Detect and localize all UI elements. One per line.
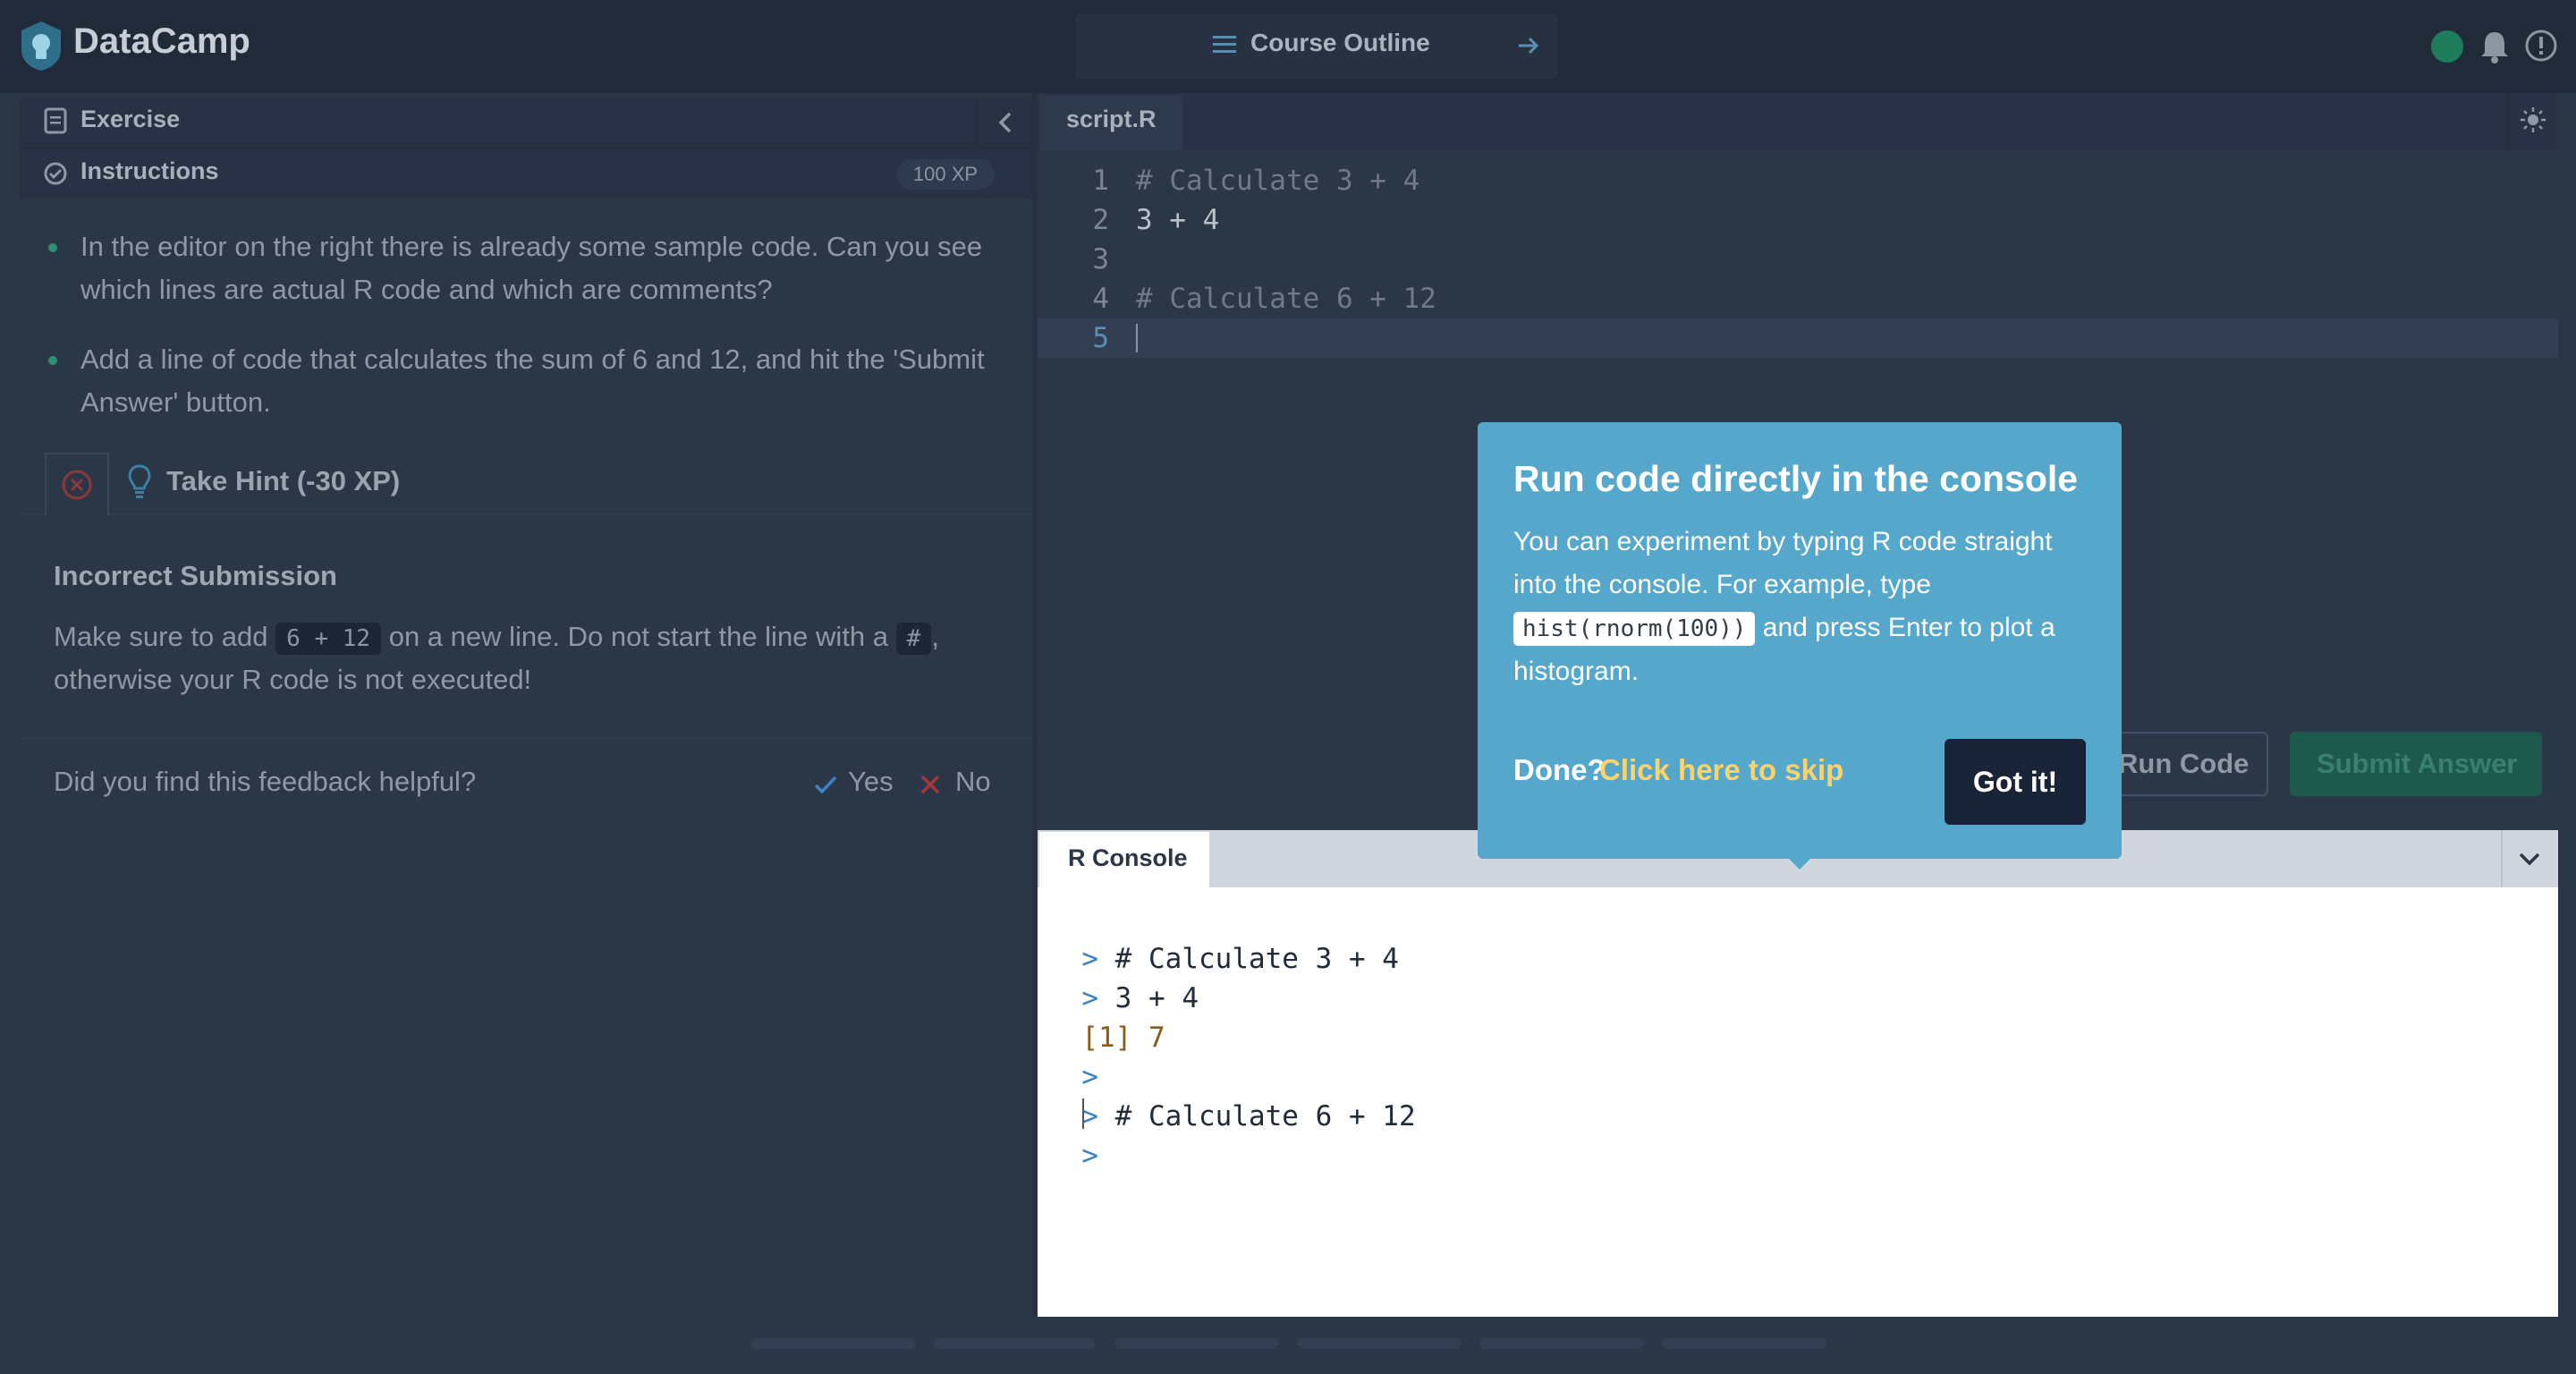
status-indicator[interactable] — [2431, 30, 2463, 63]
console-prompt: > — [1081, 1140, 1098, 1172]
feedback-yes-button[interactable]: Yes — [848, 766, 894, 798]
line-number: 5 — [1092, 322, 1109, 354]
bottom-progress-strip — [0, 1317, 2576, 1374]
check-circle-icon — [44, 162, 67, 185]
lightbulb-icon — [128, 464, 151, 498]
instruction-item: Add a line of code that calculates the s… — [80, 344, 985, 418]
progress-pill[interactable] — [1114, 1338, 1279, 1349]
inline-code: # — [895, 623, 932, 655]
progress-pill[interactable] — [1662, 1338, 1826, 1349]
tooltip-arrow — [1785, 855, 1814, 869]
console-cursor — [1082, 1098, 1084, 1129]
line-number: 4 — [1092, 283, 1109, 315]
skip-tour-link[interactable]: Click here to skip — [1599, 753, 1843, 787]
close-circle-icon[interactable] — [61, 469, 93, 501]
bullet-dot — [48, 243, 57, 252]
progress-pill[interactable] — [751, 1338, 916, 1349]
line-number: 3 — [1092, 243, 1109, 276]
run-code-label: Run Code — [2118, 748, 2250, 779]
instructions-label: Instructions — [80, 157, 219, 184]
chevron-left-icon — [998, 112, 1012, 133]
sun-icon — [2521, 107, 2546, 132]
check-icon[interactable] — [812, 771, 839, 798]
code-text: # Calculate 3 + 4 — [1136, 165, 1420, 197]
chevron-down-icon — [2519, 852, 2540, 866]
x-icon[interactable] — [918, 771, 943, 798]
code-line[interactable]: 1 # Calculate 3 + 4 — [1038, 161, 2558, 200]
line-number: 2 — [1092, 204, 1109, 236]
progress-pill[interactable] — [1479, 1338, 1644, 1349]
xp-badge: 100 XP — [896, 159, 995, 190]
menu-icon — [1213, 36, 1236, 53]
progress-pill[interactable] — [1297, 1338, 1462, 1349]
editor-cursor — [1136, 324, 1138, 352]
instruction-item: In the editor on the right there is alre… — [80, 231, 983, 305]
feedback-text: Make sure to add 6 + 12 on a new line. D… — [54, 621, 939, 655]
submit-answer-label: Submit Answer — [2317, 748, 2518, 779]
tooltip-title: Run code directly in the console — [1513, 458, 2079, 499]
console-line: [1] 7 — [1048, 979, 1165, 1054]
console-line: > # Calculate 6 + 12 — [1048, 1057, 1415, 1132]
tooltip-code: hist(rnorm(100)) — [1513, 612, 1756, 646]
feedback-text-part: , — [931, 621, 939, 652]
line-number: 1 — [1092, 165, 1109, 197]
exercise-label: Exercise — [80, 106, 181, 132]
code-line[interactable]: 5 — [1038, 318, 2558, 358]
code-text: # Calculate 6 + 12 — [1136, 283, 1436, 315]
bell-icon[interactable] — [2478, 29, 2512, 64]
console-line: > — [1048, 1018, 1098, 1093]
info-icon[interactable] — [2524, 29, 2558, 63]
code-line[interactable]: 2 3 + 4 — [1038, 200, 2558, 240]
bullet-dot — [48, 356, 57, 365]
code-text: 3 + 4 — [1136, 204, 1220, 236]
inline-code: 6 + 12 — [275, 623, 382, 655]
tooltip-body: You can experiment by typing R code stra… — [1513, 521, 2095, 693]
editor-tab-label: script.R — [1066, 106, 1157, 132]
console-input: # Calculate 6 + 12 — [1114, 1100, 1416, 1132]
feedback-no-button[interactable]: No — [955, 766, 991, 798]
datacamp-logo-icon[interactable] — [18, 20, 64, 72]
document-icon — [44, 107, 67, 134]
tooltip-text: You can experiment by typing R code stra… — [1513, 527, 2053, 599]
feedback-text-part: on a new line. Do not start the line wit… — [388, 621, 889, 652]
feedback-title: Incorrect Submission — [54, 560, 337, 591]
editor-tab-bar — [1038, 93, 2558, 150]
tooltip-done-label: Done? — [1513, 753, 1606, 786]
take-hint-button[interactable]: Take Hint (-30 XP) — [166, 465, 400, 497]
console-tab-label: R Console — [1068, 844, 1188, 871]
code-line[interactable]: 4 # Calculate 6 + 12 — [1038, 279, 2558, 318]
feedback-text-line-2: otherwise your R code is not executed! — [54, 664, 532, 695]
progress-pill[interactable] — [934, 1338, 1095, 1349]
divider — [20, 737, 1032, 739]
console-line[interactable]: > — [1048, 1097, 1098, 1172]
brand-name: DataCamp — [73, 21, 250, 61]
console-line: > 3 + 4 — [1048, 939, 1199, 1014]
got-it-button[interactable]: Got it! — [1945, 739, 2086, 825]
collapse-panel-button[interactable] — [975, 97, 1032, 148]
feedback-helpful-question: Did you find this feedback helpful? — [54, 766, 477, 797]
console-line: > # Calculate 3 + 4 — [1048, 900, 1399, 975]
course-outline-label: Course Outline — [1250, 29, 1430, 56]
feedback-text-part: Make sure to add — [54, 621, 268, 652]
arrow-right-icon — [1519, 37, 1539, 55]
code-line[interactable]: 3 — [1038, 240, 2558, 279]
